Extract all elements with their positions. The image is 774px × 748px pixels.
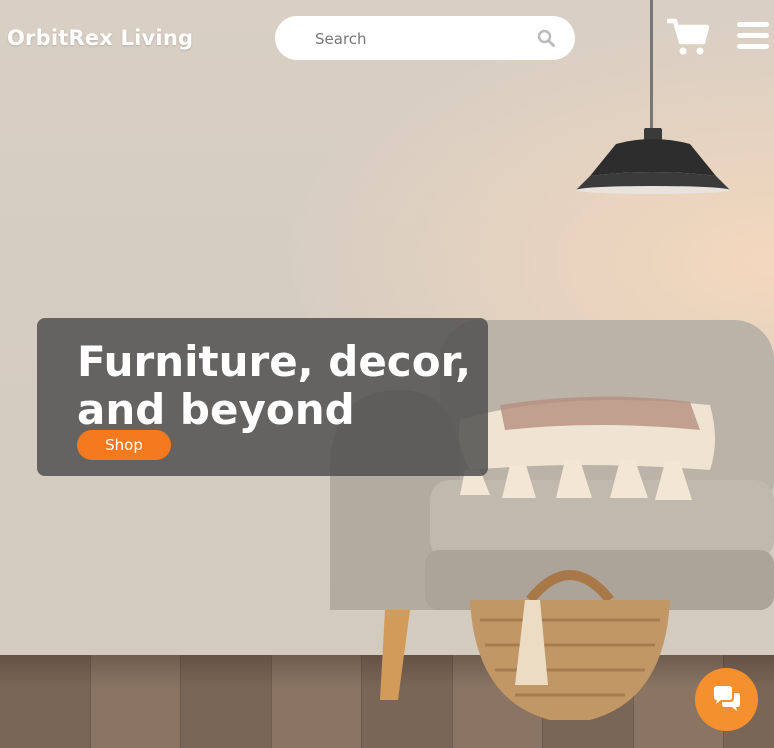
pendant-lamp bbox=[576, 128, 730, 194]
brand-logo[interactable]: OrbitRex Living bbox=[7, 26, 193, 50]
lamp-cord bbox=[650, 0, 653, 130]
search-bar[interactable] bbox=[275, 16, 575, 60]
search-input[interactable] bbox=[313, 26, 527, 52]
chat-icon bbox=[714, 686, 740, 711]
shop-button[interactable]: Shop bbox=[77, 430, 171, 460]
hero-banner: Furniture, decor, and beyond Shop bbox=[37, 318, 488, 476]
chat-button[interactable] bbox=[695, 668, 758, 731]
wicker-basket bbox=[470, 570, 670, 720]
search-icon[interactable] bbox=[537, 29, 555, 47]
menu-icon[interactable] bbox=[737, 22, 769, 50]
hero-title: Furniture, decor, and beyond bbox=[77, 337, 472, 434]
cart-icon[interactable] bbox=[667, 18, 709, 56]
